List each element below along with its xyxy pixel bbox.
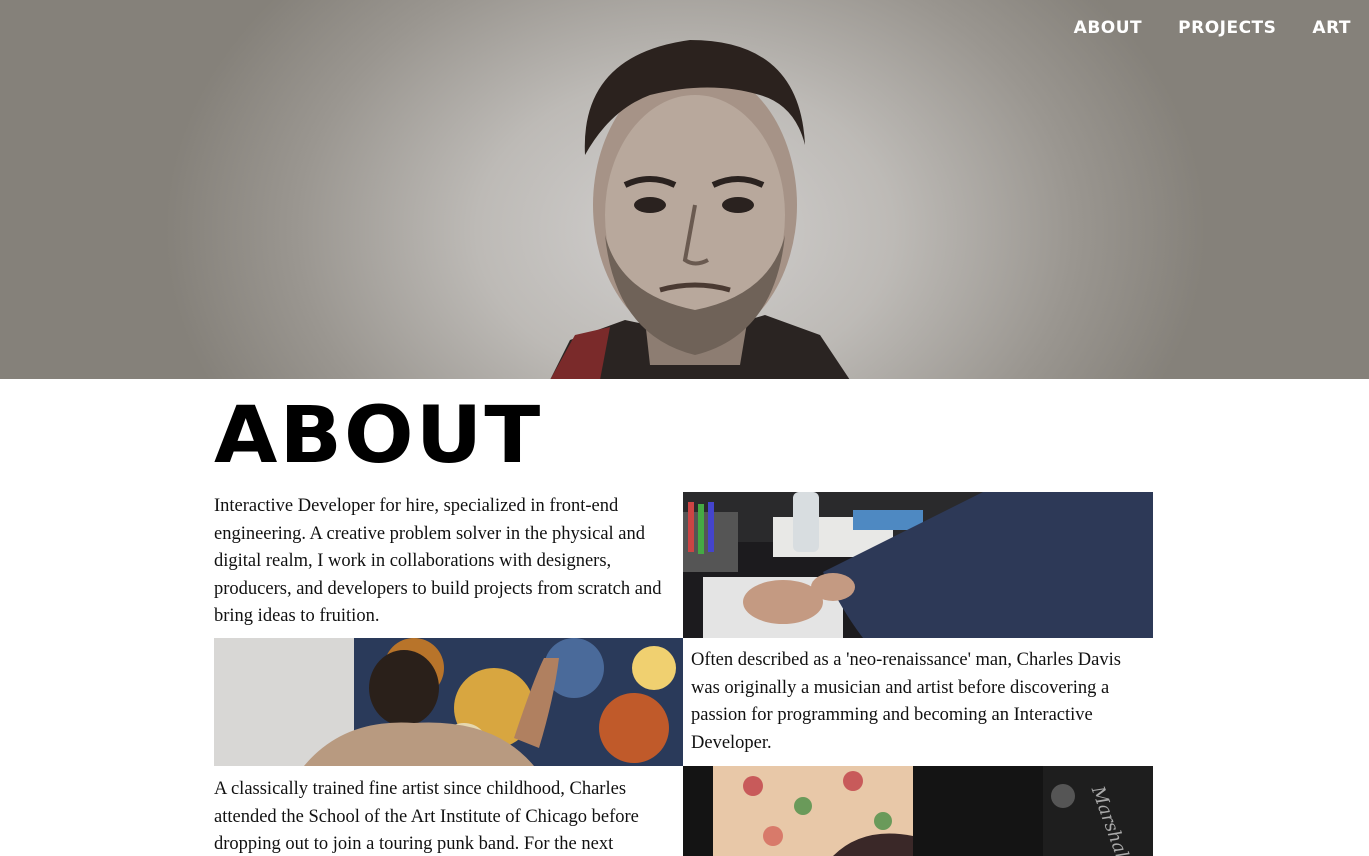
musician-with-amp-photo: Marshall <box>683 766 1153 856</box>
nav-item-about[interactable]: ABOUT <box>1074 18 1142 38</box>
about-paragraph-artist: A classically trained fine artist since … <box>214 779 639 854</box>
painting-artwork-photo <box>214 638 683 766</box>
about-paragraph-intro: Interactive Developer for hire, speciali… <box>214 496 662 626</box>
about-paragraph-renaissance: Often described as a 'neo-renaissance' m… <box>691 650 1121 753</box>
hero-banner: ABOUT PROJECTS ART <box>0 0 1369 379</box>
nav-item-art[interactable]: ART <box>1312 18 1351 38</box>
page-title: ABOUT <box>214 391 543 481</box>
portrait-photo <box>550 40 850 379</box>
main-nav: ABOUT PROJECTS ART <box>1074 18 1351 38</box>
nav-item-projects[interactable]: PROJECTS <box>1178 18 1276 38</box>
typing-at-desk-photo <box>683 492 1153 638</box>
